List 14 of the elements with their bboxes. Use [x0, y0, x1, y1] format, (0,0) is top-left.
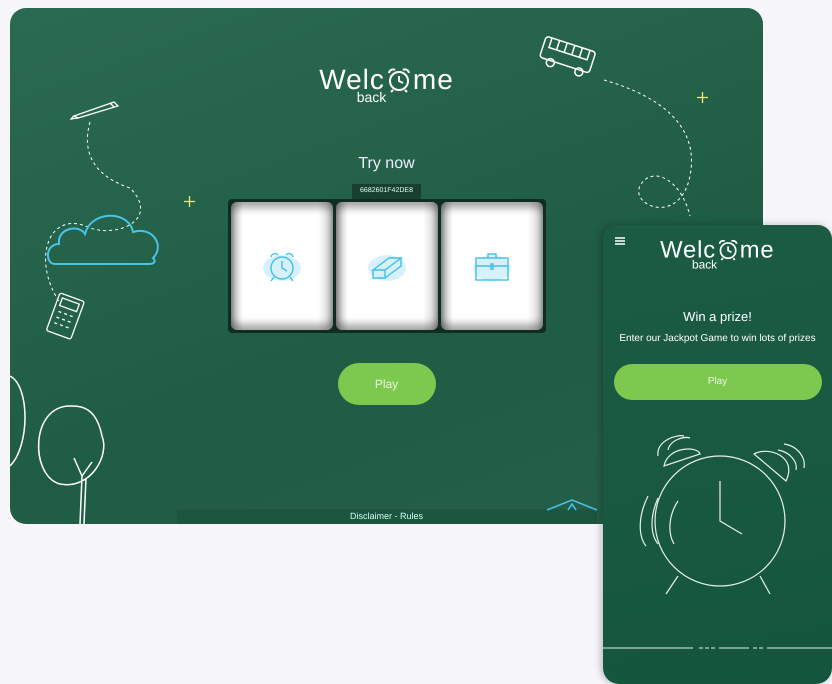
sparkle-icon	[697, 92, 708, 103]
play-button[interactable]: Play	[338, 362, 436, 404]
try-now-heading: Try now	[358, 154, 415, 174]
win-prize-heading: Win a prize!	[683, 308, 752, 326]
alarm-clock-icon	[716, 238, 740, 262]
subtitle-text: Enter our Jackpot Game to win lots of prizes	[618, 332, 817, 346]
sparkle-icon	[184, 196, 195, 207]
play-button[interactable]: Play	[614, 364, 822, 400]
logo-text: me	[740, 238, 775, 262]
logo-text: me	[412, 66, 454, 94]
logo-subtitle: back	[692, 258, 718, 270]
menu-icon[interactable]	[615, 237, 625, 245]
logo-subtitle: back	[356, 90, 386, 104]
disclaimer-rules-link[interactable]: Disclaimer - Rules	[176, 508, 596, 524]
